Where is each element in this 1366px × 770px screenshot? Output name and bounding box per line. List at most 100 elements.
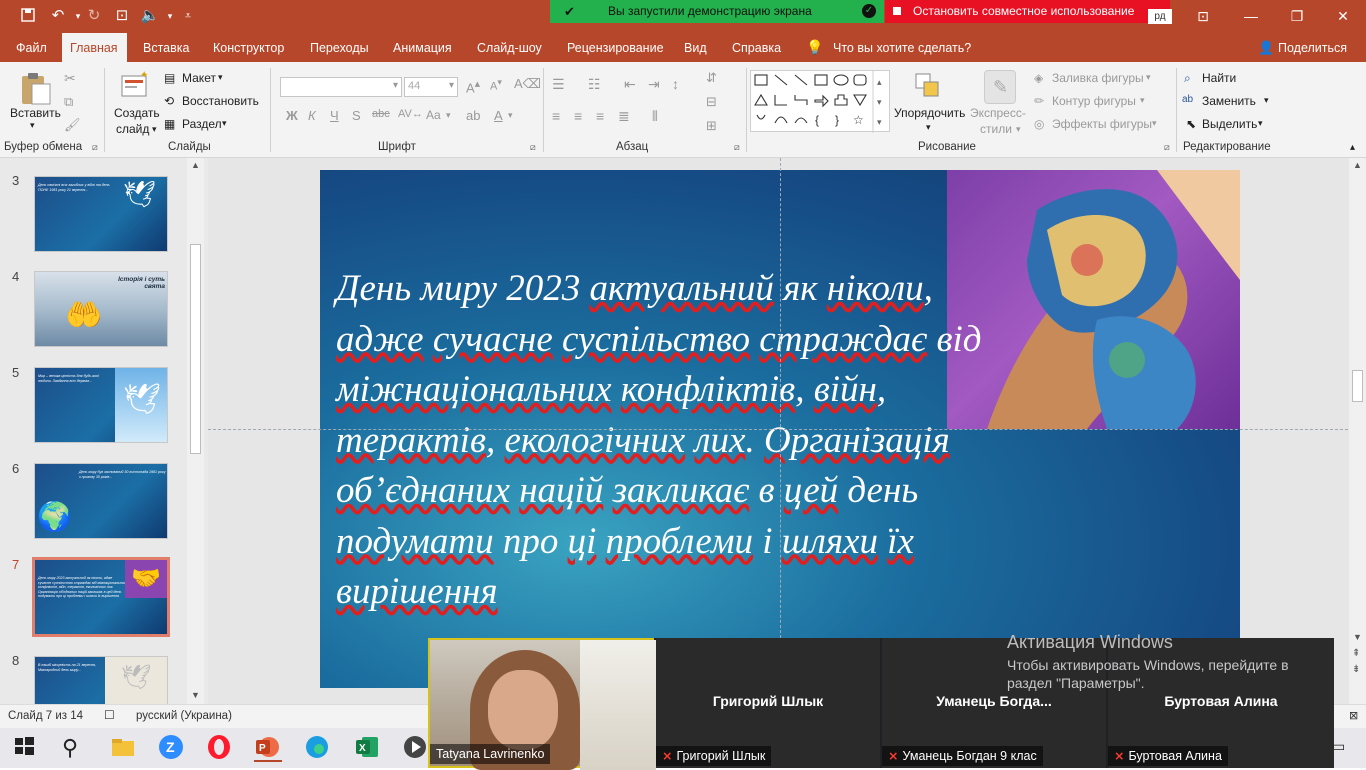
italic-button[interactable]: К [308, 108, 316, 123]
shape-effects-dropdown-icon[interactable]: ▾ [1152, 118, 1157, 129]
numbering-icon[interactable]: ☷ [588, 76, 601, 93]
previous-slide-icon[interactable]: ⇞ [1352, 648, 1360, 659]
close-icon[interactable]: ✕ [1328, 6, 1358, 26]
fit-slide-icon[interactable]: ⊠ [1349, 709, 1358, 722]
slideshow-start-icon[interactable]: ⊡ [112, 7, 132, 25]
scroll-down-icon[interactable]: ▼ [1353, 632, 1362, 642]
increase-indent-icon[interactable]: ⇥ [648, 76, 660, 93]
tab-view[interactable]: Вид [676, 33, 715, 62]
opera-icon[interactable] [206, 734, 234, 762]
paste-dropdown-icon[interactable]: ▾ [30, 120, 35, 131]
grow-font-icon[interactable]: A▴ [466, 77, 480, 95]
save-icon[interactable] [18, 7, 38, 25]
tab-design[interactable]: Конструктор [205, 33, 292, 62]
quick-styles-icon[interactable]: ✎ [984, 70, 1016, 104]
strikethrough-icon[interactable]: abc [372, 108, 390, 120]
highlight-icon[interactable]: ab [466, 108, 480, 123]
font-color-icon[interactable]: A [494, 108, 503, 123]
tab-slideshow[interactable]: Слайд-шоу [469, 33, 550, 62]
video-tile-participant[interactable]: Буртовая Алина ⨯ Буртовая Алина [1108, 638, 1334, 768]
paragraph-launcher-icon[interactable]: ⧄ [734, 142, 740, 153]
font-color-dropdown-icon[interactable]: ▾ [508, 110, 513, 121]
scroll-down-icon[interactable]: ▼ [191, 690, 200, 700]
tab-animations[interactable]: Анимация [385, 33, 460, 62]
tab-home[interactable]: Главная [62, 33, 127, 62]
speaker-icon[interactable]: 🔈 [140, 7, 160, 25]
align-left-icon[interactable]: ≡ [552, 108, 560, 124]
layout-dropdown-icon[interactable]: ▾ [218, 72, 223, 83]
shape-outline-dropdown-icon[interactable]: ▾ [1140, 95, 1145, 106]
quick-styles-dropdown-icon[interactable]: ▾ [1016, 124, 1021, 135]
new-slide-label-2[interactable]: слайд [116, 122, 149, 136]
stop-share-button[interactable]: Остановить совместное использование [885, 0, 1170, 23]
drawing-launcher-icon[interactable]: ⧄ [1164, 142, 1170, 153]
case-dropdown-icon[interactable]: ▾ [446, 110, 451, 121]
arrange-icon[interactable] [912, 70, 946, 104]
shape-fill-dropdown-icon[interactable]: ▾ [1146, 72, 1151, 83]
format-painter-icon[interactable]: 🖌 [64, 117, 81, 133]
columns-icon[interactable]: ⫴ [652, 108, 658, 125]
collapse-ribbon-icon[interactable]: ▴ [1350, 142, 1355, 153]
language-indicator[interactable]: русский (Украина) [136, 710, 232, 722]
paste-button[interactable]: Вставить [10, 106, 61, 120]
minimize-icon[interactable]: — [1236, 6, 1266, 26]
layout-button[interactable]: Макет [182, 71, 216, 85]
text-direction-icon[interactable]: ⇵ [706, 70, 717, 86]
reset-button[interactable]: Восстановить [182, 94, 259, 108]
smartart-icon[interactable]: ⊞ [706, 118, 717, 134]
tab-insert[interactable]: Вставка [135, 33, 197, 62]
copy-icon[interactable]: ⧉ [64, 94, 73, 110]
font-size-combo[interactable]: 44 ▾ [404, 77, 458, 97]
bold-button[interactable]: Ж [286, 108, 298, 123]
new-slide-dropdown-icon[interactable]: ▾ [152, 124, 157, 135]
slide-thumbnail-8[interactable]: В нашій місцевість на 21 вересня, Міжнар… [34, 656, 168, 706]
clipboard-launcher-icon[interactable]: ⧄ [92, 142, 98, 153]
find-button[interactable]: Найти [1202, 71, 1236, 85]
speaker-dropdown-icon[interactable]: ▾ [160, 7, 180, 25]
zoom-icon[interactable]: Z [158, 734, 186, 762]
tab-transitions[interactable]: Переходы [302, 33, 377, 62]
clear-format-icon[interactable]: A⌫ [514, 76, 541, 92]
shape-fill-button[interactable]: Заливка фигуры [1052, 71, 1144, 85]
section-dropdown-icon[interactable]: ▾ [222, 118, 227, 129]
thumbnails-scrollbar[interactable]: ▲ ▼ [187, 158, 204, 704]
font-family-combo[interactable]: ▾ [280, 77, 402, 97]
video-tile-self[interactable]: Tatyana Lavrinenko [428, 638, 656, 770]
char-spacing-icon[interactable]: AV↔ [398, 108, 423, 120]
tab-review[interactable]: Рецензирование [559, 33, 672, 62]
file-explorer-icon[interactable] [110, 734, 138, 762]
windows-start-icon[interactable] [12, 734, 40, 762]
new-slide-icon[interactable]: ✦ [120, 70, 150, 100]
powerpoint-icon[interactable]: P [254, 734, 282, 762]
cut-icon[interactable]: ✂ [64, 70, 76, 87]
align-center-icon[interactable]: ≡ [574, 108, 582, 124]
decrease-indent-icon[interactable]: ⇤ [624, 76, 636, 93]
underline-button[interactable]: Ч [330, 108, 339, 123]
shadow-text-button[interactable]: S [352, 108, 361, 123]
slide-body-text[interactable]: День миру 2023 актуальний як ніколи, адж… [336, 264, 1026, 618]
slide-thumbnail-4[interactable]: Історія і суть свята 🤲 [34, 271, 168, 347]
share-button[interactable]: Поделиться [1270, 33, 1355, 62]
ribbon-display-icon[interactable]: ⊡ [1188, 6, 1218, 26]
undo-icon[interactable]: ↶ [48, 7, 68, 25]
slide-thumbnail-7[interactable]: День миру 2023 актуальний як ніколи, адж… [32, 557, 170, 637]
align-right-icon[interactable]: ≡ [596, 108, 604, 124]
spellcheck-icon[interactable]: ☐ [104, 708, 115, 722]
quick-styles-button[interactable]: Экспресс- [970, 106, 1026, 120]
line-spacing-icon[interactable]: ↕ [672, 76, 679, 92]
shrink-font-icon[interactable]: A▾ [490, 77, 502, 93]
scroll-up-icon[interactable]: ▲ [191, 160, 200, 170]
edge-icon[interactable] [304, 734, 332, 762]
customize-toolbar-icon[interactable]: ⩡ [178, 7, 198, 25]
slide-scrollbar[interactable]: ▲ ▼ ⇞ ⇟ [1349, 158, 1366, 704]
slide-thumbnail-6[interactable]: День миру був заснований 30 листопада 19… [34, 463, 168, 539]
scroll-thumb[interactable] [190, 244, 201, 454]
next-slide-icon[interactable]: ⇟ [1352, 664, 1360, 675]
video-tile-participant[interactable]: Уманець Богда... ⨯ Уманець Богдан 9 клас [882, 638, 1106, 768]
restore-icon[interactable]: ❐ [1282, 6, 1312, 26]
slide-thumbnail-5[interactable]: Мир – велика цінність для будь-якої люди… [34, 367, 168, 443]
replace-dropdown-icon[interactable]: ▾ [1264, 95, 1269, 106]
section-button[interactable]: Раздел [182, 117, 222, 131]
arrange-dropdown-icon[interactable]: ▾ [926, 122, 931, 133]
video-tile-participant[interactable]: Григорий Шлык ⨯ Григорий Шлык [656, 638, 880, 768]
